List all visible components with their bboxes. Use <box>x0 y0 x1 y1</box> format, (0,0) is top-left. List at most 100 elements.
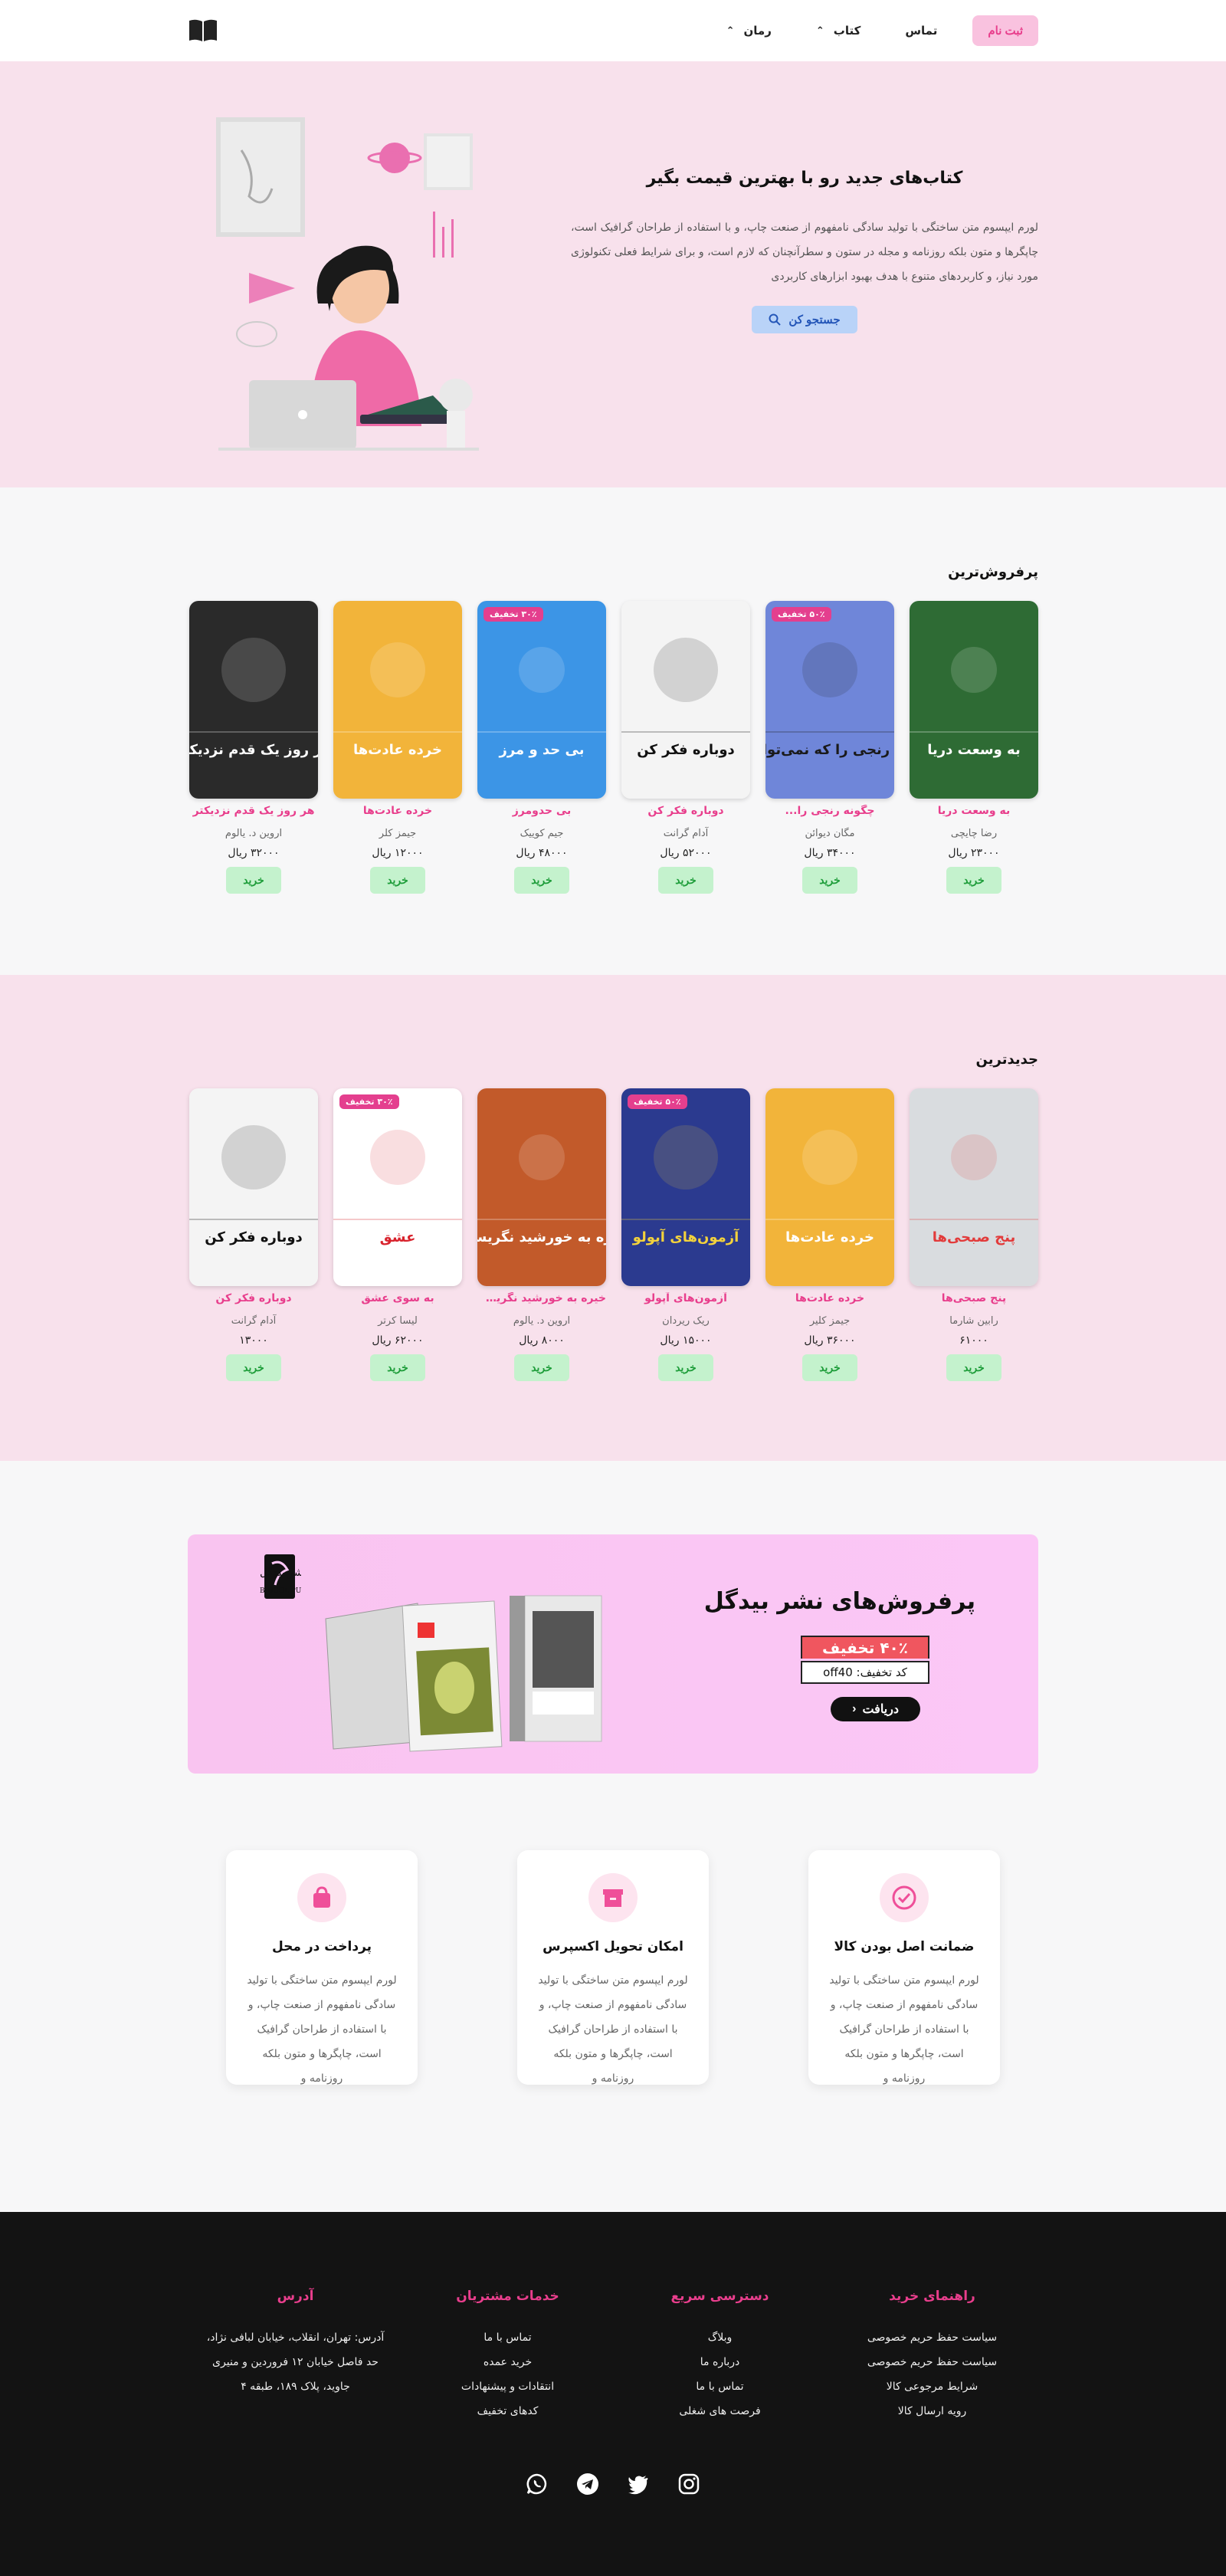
book-cover[interactable]: هر روز یک قدم نزدیکتر <box>189 601 318 799</box>
nav-link-contact[interactable]: تماس <box>905 24 937 38</box>
book-price: ۵۲۰۰۰ ریال <box>660 847 712 859</box>
book-card[interactable]: خرده عادت‌ها خرده عادت‌ها جیمز کلیر ۳۶۰۰… <box>765 1088 894 1381</box>
book-cover[interactable]: عشق ۳۰٪ تخفیف <box>333 1088 462 1286</box>
book-title[interactable]: به وسعت دریا <box>910 805 1038 822</box>
book-cover[interactable]: خرده عادت‌ها <box>765 1088 894 1286</box>
book-card[interactable]: هر روز یک قدم نزدیکتر هر روز یک قدم نزدی… <box>189 601 318 894</box>
footer-link[interactable]: انتقادات و پیشنهادات <box>402 2374 614 2399</box>
book-title[interactable]: خرده عادت‌ها <box>333 805 462 822</box>
promo-banner[interactable]: پرفروش‌های نشر بیدگل ۴۰٪ تخفیف کد تخفیف:… <box>188 1534 1038 1774</box>
discount-badge: ۵۰٪ تخفیف <box>772 607 831 622</box>
book-cover-text: خیره به خورشید نگریستن <box>477 1229 606 1245</box>
book-title[interactable]: خیره به خورشید نگریستن <box>477 1292 606 1309</box>
book-cover-text: هر روز یک قدم نزدیکتر <box>189 742 318 758</box>
book-cover[interactable]: دوباره فکر کن <box>621 601 750 799</box>
book-cover[interactable]: آزمون‌های آپولو ۵۰٪ تخفیف <box>621 1088 750 1286</box>
buy-button[interactable]: خرید <box>226 867 281 894</box>
book-title[interactable]: بی حدومرز <box>477 805 606 822</box>
buy-button[interactable]: خرید <box>370 1354 425 1381</box>
footer-link[interactable]: خرید عمده <box>402 2350 614 2374</box>
buy-button[interactable]: خرید <box>370 867 425 894</box>
book-price: ۳۶۰۰۰ ریال <box>804 1334 856 1347</box>
twitter-icon[interactable] <box>627 2473 650 2496</box>
book-icon[interactable] <box>188 18 218 44</box>
buy-button[interactable]: خرید <box>658 867 713 894</box>
nav-link-novel[interactable]: رمان ⌃ <box>726 24 772 38</box>
nav-link-book[interactable]: کتاب ⌃ <box>816 24 860 38</box>
footer-column-title: خدمات مشتریان <box>456 2289 559 2304</box>
book-cover[interactable]: به وسعت دریا <box>910 601 1038 799</box>
search-button[interactable]: جستجو کن <box>752 306 857 333</box>
book-card[interactable]: به وسعت دریا به وسعت دریا رضا چایچی ۲۳۰۰… <box>910 601 1038 894</box>
buy-button[interactable]: خرید <box>802 1354 857 1381</box>
book-card[interactable]: چگونه رنجی را که نمی‌توانیم... ۵۰٪ تخفیف… <box>765 601 894 894</box>
book-price: ۳۴۰۰۰ ریال <box>804 847 856 859</box>
buy-button[interactable]: خرید <box>802 867 857 894</box>
search-icon <box>769 313 782 326</box>
feature-description: لورم ایپسوم متن ساختگی با تولید سادگی نا… <box>829 1974 979 2085</box>
book-cover[interactable]: چگونه رنجی را که نمی‌توانیم... ۵۰٪ تخفیف <box>765 601 894 799</box>
hero-title: کتاب‌های جدید رو با بهترین قیمت بگیر <box>646 169 963 188</box>
buy-button[interactable]: خرید <box>226 1354 281 1381</box>
footer-link[interactable]: سیاست حفظ حریم خصوصی <box>826 2325 1038 2350</box>
book-card[interactable]: آزمون‌های آپولو ۵۰٪ تخفیف آزمون‌های آپول… <box>621 1088 750 1381</box>
book-card[interactable]: دوباره فکر کن دوباره فکر کن آدام گرانت ۵… <box>621 601 750 894</box>
footer-link[interactable]: تماس با ما <box>402 2325 614 2350</box>
book-author: اروین د. یالوم <box>513 1315 571 1327</box>
book-title[interactable]: آزمون‌های آپولو <box>621 1292 750 1309</box>
instagram-icon[interactable] <box>677 2473 700 2496</box>
bestsellers-section: پرفروش‌ترین به وسعت دریا به وسعت دریا رض… <box>0 487 1226 975</box>
book-card[interactable]: پنج صبحی‌ها پنج صبحی‌ها رابین شارما ۶۱۰۰… <box>910 1088 1038 1381</box>
buy-button[interactable]: خرید <box>514 1354 569 1381</box>
footer-link[interactable]: رویه ارسال کالا <box>826 2399 1038 2423</box>
footer-link[interactable]: درباره ما <box>614 2350 826 2374</box>
buy-button[interactable]: خرید <box>946 1354 1001 1381</box>
book-card[interactable]: عشق ۳۰٪ تخفیف به سوی عشق لیسا کرتر ۶۲۰۰۰… <box>333 1088 462 1381</box>
book-title[interactable]: دوباره فکر کن <box>621 805 750 822</box>
book-price: ۶۲۰۰۰ ریال <box>372 1334 424 1347</box>
book-title[interactable]: پنج صبحی‌ها <box>910 1292 1038 1309</box>
promo-books-image <box>303 1557 609 1764</box>
book-cover-text: چگونه رنجی را که نمی‌توانیم... <box>765 741 894 758</box>
book-card[interactable]: بی حد و مرز ۳۰٪ تخفیف بی حدومرز جیم کویی… <box>477 601 606 894</box>
book-card[interactable]: دوباره فکر کن دوباره فکر کن آدام گرانت ۱… <box>189 1088 318 1381</box>
book-cover-text: پنج صبحی‌ها <box>933 1229 1016 1245</box>
feature-title: پرداخت در محل <box>271 1939 372 1954</box>
book-card[interactable]: خرده عادت‌ها خرده عادت‌ها جیمز کلر ۱۲۰۰۰… <box>333 601 462 894</box>
buy-button[interactable]: خرید <box>946 867 1001 894</box>
book-title[interactable]: خرده عادت‌ها <box>765 1292 894 1309</box>
book-title[interactable]: دوباره فکر کن <box>189 1292 318 1309</box>
book-title[interactable]: هر روز یک قدم نزدیکتر <box>189 805 318 822</box>
book-card[interactable]: خیره به خورشید نگریستن خیره به خورشید نگ… <box>477 1088 606 1381</box>
buy-button[interactable]: خرید <box>514 867 569 894</box>
publisher-name-en: BIDGOL PUBLICATION <box>260 1587 301 1595</box>
book-cover[interactable]: دوباره فکر کن <box>189 1088 318 1286</box>
book-cover[interactable]: بی حد و مرز ۳۰٪ تخفیف <box>477 601 606 799</box>
footer-link[interactable]: شرایط مرجوعی کالا <box>826 2374 1038 2399</box>
register-button[interactable]: ثبت نام <box>972 15 1038 46</box>
book-cover[interactable]: پنج صبحی‌ها <box>910 1088 1038 1286</box>
shopping-bag-icon <box>297 1873 346 1922</box>
book-row: پنج صبحی‌ها پنج صبحی‌ها رابین شارما ۶۱۰۰… <box>188 1088 1038 1381</box>
footer-link[interactable]: تماس با ما <box>614 2374 826 2399</box>
telegram-icon[interactable] <box>576 2473 599 2496</box>
book-author: آدام گرانت <box>231 1315 277 1327</box>
publisher-logo: نشر بیدگل BIDGOL PUBLICATION <box>202 1550 343 1603</box>
book-cover[interactable]: خیره به خورشید نگریستن <box>477 1088 606 1286</box>
book-cover-text: به وسعت دریا <box>927 742 1020 758</box>
footer-link[interactable]: وبلاگ <box>614 2325 826 2350</box>
book-cover[interactable]: خرده عادت‌ها <box>333 601 462 799</box>
discount-badge: ۵۰٪ تخفیف <box>628 1094 687 1109</box>
book-title[interactable]: چگونه رنجی را... <box>765 805 894 822</box>
book-title[interactable]: به سوی عشق <box>333 1292 462 1309</box>
footer-link[interactable]: فرصت های شغلی <box>614 2399 826 2423</box>
footer-link[interactable]: کدهای تخفیف <box>402 2399 614 2423</box>
buy-button[interactable]: خرید <box>658 1354 713 1381</box>
receive-button[interactable]: دریافت ‹ <box>831 1697 920 1721</box>
footer-link[interactable]: سیاست حفظ حریم خصوصی <box>826 2350 1038 2374</box>
book-author: ریک ریردان <box>662 1315 710 1327</box>
nav-link-label: رمان <box>743 24 772 38</box>
whatsapp-icon[interactable] <box>526 2473 549 2496</box>
footer-column-title: آدرس <box>277 2289 314 2304</box>
book-author: مگان دیوائن <box>805 828 855 839</box>
